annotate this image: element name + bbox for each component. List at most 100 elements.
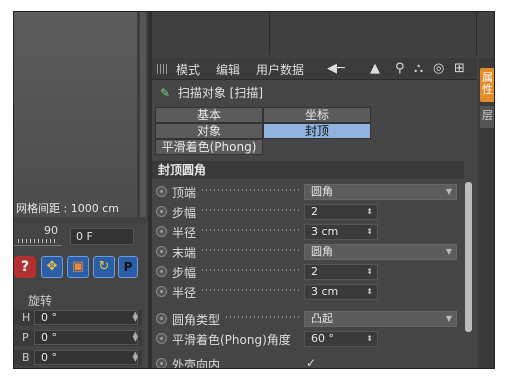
- animate-radio-icon[interactable]: [156, 226, 167, 237]
- field-value: 3 cm: [311, 225, 339, 238]
- start-cap-dropdown[interactable]: 圆角 ▼: [304, 184, 457, 200]
- param-label: 末端: [172, 246, 197, 260]
- new-panel-icon[interactable]: ⊞: [454, 61, 465, 76]
- phong-angle-field[interactable]: 60 ° ⬍: [304, 331, 378, 347]
- param-row-phong-angle: 平滑着色(Phong)角度 60 ° ⬍: [152, 329, 464, 349]
- tab-coord[interactable]: 坐标: [263, 107, 371, 123]
- object-manager-column: [270, 12, 477, 55]
- menu-mode[interactable]: 模式: [176, 61, 200, 78]
- dropdown-value: 圆角: [311, 185, 333, 198]
- spin-arrows-icon[interactable]: ⬍: [366, 332, 373, 346]
- param-label: 半径: [172, 286, 197, 300]
- spin-arrows-icon[interactable]: ⬍: [366, 225, 373, 239]
- animate-radio-icon[interactable]: [156, 246, 167, 257]
- menu-user-data[interactable]: 用户数据: [256, 61, 304, 78]
- coord-p-row: P 0 ° ▲ ▼: [14, 330, 142, 346]
- param-row-end: 末端 圆角 ▼: [152, 242, 464, 262]
- animate-radio-icon[interactable]: [156, 313, 167, 324]
- object-manager-column: [152, 12, 270, 55]
- cinema4d-window: 网格间距 : 1000 cm 90 0 F ? ✥ ▣ ↻ P 旋转 H 0 °…: [13, 11, 495, 369]
- param-row-start-radius: 半径 3 cm ⬍: [152, 222, 464, 242]
- move-icon: ✥: [46, 259, 58, 274]
- animate-radio-icon[interactable]: [156, 358, 167, 368]
- field-value: 2: [311, 205, 318, 218]
- scale-icon: ▣: [71, 259, 85, 274]
- object-title: ✎ 扫描对象 [扫描]: [160, 84, 263, 101]
- help-button[interactable]: ?: [14, 256, 36, 278]
- animate-radio-icon[interactable]: [156, 206, 167, 217]
- tab-phong[interactable]: 平滑着色(Phong): [155, 139, 263, 155]
- side-tab-layers[interactable]: 层: [480, 106, 494, 128]
- param-row-hull-inwards: 外壳向内 ✓: [152, 354, 464, 368]
- param-row-start-steps: 步幅 2 ⬍: [152, 202, 464, 222]
- tab-object[interactable]: 对象: [155, 123, 263, 139]
- coord-p-field[interactable]: 0 °: [34, 330, 138, 345]
- param-label: 半径: [172, 226, 197, 240]
- fillet-type-dropdown[interactable]: 凸起 ▼: [304, 311, 457, 327]
- animate-radio-icon[interactable]: [156, 333, 167, 344]
- object-manager[interactable]: [152, 12, 477, 55]
- left-tool-panel: 90 0 F ? ✥ ▣ ↻ P 旋转 H 0 ° ▲ ▼ P 0 ° ▲ ▼ B …: [14, 222, 148, 368]
- menu-edit[interactable]: 编辑: [216, 61, 240, 78]
- viewport[interactable]: 网格间距 : 1000 cm: [14, 12, 146, 217]
- attribute-scrollbar[interactable]: [465, 182, 472, 332]
- hull-inwards-checkbox[interactable]: ✓: [306, 356, 316, 368]
- spin-arrows-icon[interactable]: ⬍: [366, 205, 373, 219]
- move-tool-button[interactable]: ✥: [41, 256, 63, 278]
- search-icon[interactable]: ⚲: [395, 61, 405, 76]
- ruler-ticks: [18, 239, 56, 243]
- coord-h-row: H 0 ° ▲ ▼: [14, 310, 142, 326]
- dot-leader: [202, 209, 302, 211]
- spin-arrows-icon[interactable]: ▲ ▼: [133, 351, 138, 363]
- attribute-menubar: 模式 编辑 用户数据 ◀─ ▲ ⚲ ⛬ ◎ ⊞: [152, 58, 477, 80]
- grip-icon[interactable]: [157, 64, 167, 74]
- param-label: 步幅: [172, 266, 197, 280]
- field-value: 2: [311, 265, 318, 278]
- spin-arrows-icon[interactable]: ⬍: [366, 285, 373, 299]
- dropdown-arrow-icon: ▼: [445, 187, 452, 196]
- animate-radio-icon[interactable]: [156, 186, 167, 197]
- spin-arrows-icon[interactable]: ▲ ▼: [133, 331, 138, 343]
- timeline-ruler[interactable]: 90: [14, 224, 62, 246]
- dropdown-arrow-icon: ▼: [445, 314, 452, 323]
- spin-arrows-icon[interactable]: ⬍: [366, 265, 373, 279]
- dropdown-arrow-icon: ▼: [445, 247, 452, 256]
- param-label: 平滑着色(Phong)角度: [172, 333, 291, 347]
- rotate-icon: ↻: [98, 259, 110, 274]
- start-steps-field[interactable]: 2 ⬍: [304, 204, 378, 220]
- target-icon[interactable]: ◎: [433, 61, 444, 76]
- coord-b-row: B 0 ° ▲ ▼: [14, 350, 142, 366]
- field-value: 60 °: [311, 332, 334, 345]
- section-title: 封顶圆角: [152, 161, 464, 179]
- start-radius-field[interactable]: 3 cm ⬍: [304, 224, 378, 240]
- coord-h-label: H: [22, 311, 31, 324]
- side-tab-attributes[interactable]: 属性: [480, 68, 494, 102]
- end-radius-field[interactable]: 3 cm ⬍: [304, 284, 378, 300]
- dot-leader: [202, 249, 302, 251]
- param-label: 顶端: [172, 186, 197, 200]
- param-label: 圆角类型: [172, 313, 221, 327]
- p-tool-button[interactable]: P: [118, 256, 138, 278]
- coord-h-field[interactable]: 0 °: [34, 310, 138, 325]
- dot-leader: [202, 229, 302, 231]
- coord-p-label: P: [22, 331, 29, 344]
- tab-basic[interactable]: 基本: [155, 107, 263, 123]
- end-steps-field[interactable]: 2 ⬍: [304, 264, 378, 280]
- rotation-section-label: 旋转: [28, 294, 53, 308]
- animate-radio-icon[interactable]: [156, 286, 167, 297]
- back-arrow-icon[interactable]: ◀─: [327, 61, 345, 76]
- viewport-canvas[interactable]: [14, 12, 140, 217]
- end-cap-dropdown[interactable]: 圆角 ▼: [304, 244, 457, 260]
- lock-icon[interactable]: ⛬: [414, 61, 423, 76]
- coord-b-field[interactable]: 0 °: [34, 350, 138, 365]
- rotate-tool-button[interactable]: ↻: [93, 256, 115, 278]
- param-label: 步幅: [172, 206, 197, 220]
- spin-arrows-icon[interactable]: ▲ ▼: [133, 311, 138, 323]
- dropdown-value: 凸起: [311, 312, 333, 325]
- dropdown-value: 圆角: [311, 245, 333, 258]
- cursor-up-icon[interactable]: ▲: [370, 61, 380, 76]
- current-frame-field[interactable]: 0 F: [70, 228, 134, 245]
- tab-caps[interactable]: 封顶: [263, 123, 371, 139]
- animate-radio-icon[interactable]: [156, 266, 167, 277]
- scale-tool-button[interactable]: ▣: [67, 256, 89, 278]
